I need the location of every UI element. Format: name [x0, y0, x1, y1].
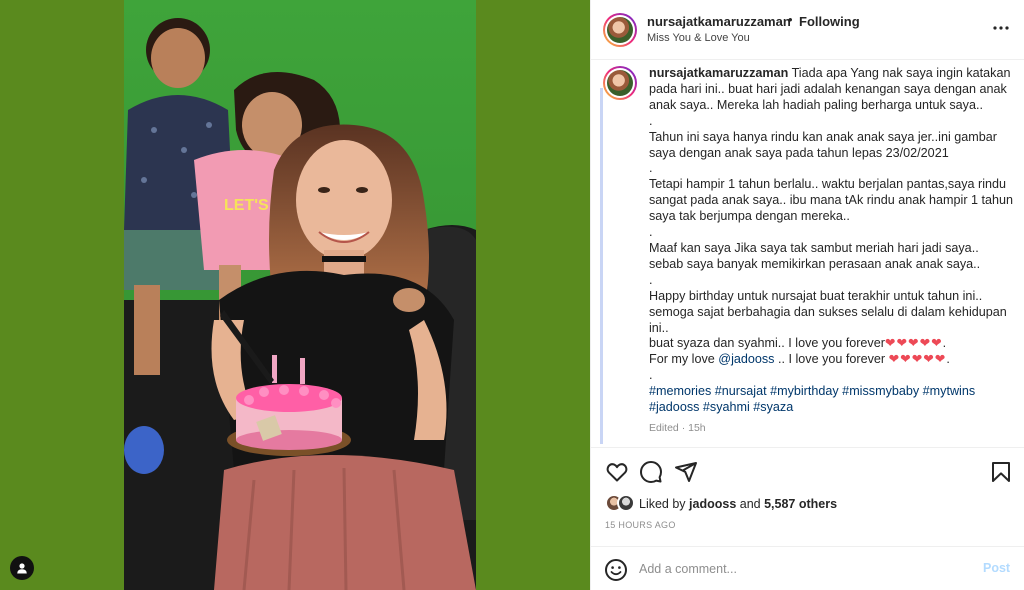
share-icon — [675, 462, 697, 482]
comment-button[interactable] — [639, 460, 663, 484]
add-comment-bar: Post — [591, 546, 1024, 590]
hashtags-line[interactable]: #memories #nursajat #mybirthday #missmyb… — [649, 384, 1015, 400]
post-header: nursajatkamaruzzaman • Following Miss Yo… — [591, 0, 1024, 60]
action-bar — [591, 448, 1024, 494]
likes-prefix: Liked by — [639, 497, 690, 511]
post-side-panel: nursajatkamaruzzaman • Following Miss Yo… — [590, 0, 1024, 590]
caption-dot: . — [649, 225, 653, 240]
post-timestamp[interactable]: 15 HOURS AGO — [605, 520, 676, 530]
user-tags-button[interactable] — [10, 556, 34, 580]
user-icon — [17, 563, 27, 574]
avatar[interactable] — [603, 13, 637, 47]
caption-text-4: Maaf kan saya Jika saya tak sambut meria… — [649, 240, 983, 271]
caption-love-line: buat syaza dan syahmi.. I love you forev… — [649, 336, 885, 351]
caption-punct: . — [942, 336, 947, 351]
caption-meta: Edited · 15h — [649, 422, 706, 434]
caption-dot: . — [649, 368, 653, 383]
header-separator: • — [788, 12, 793, 27]
emoji-icon — [605, 559, 627, 581]
header-username[interactable]: nursajatkamaruzzaman — [647, 14, 791, 29]
caption-dot: . — [649, 113, 653, 128]
like-button[interactable] — [605, 460, 629, 484]
comments-section[interactable]: nursajatkamaruzzaman Tiada apa Yang nak … — [591, 60, 1024, 448]
bookmark-icon — [992, 462, 1010, 482]
avatar — [617, 494, 635, 512]
hearts-emoji: ❤❤❤❤❤ — [884, 336, 943, 351]
likes-text: Liked by jadooss and 5,587 others — [639, 497, 837, 511]
caption-for-line: For my love — [649, 352, 719, 367]
more-options-icon — [993, 26, 1009, 30]
caption-punct: . — [946, 352, 950, 367]
hearts-emoji: ❤❤❤❤❤ — [888, 352, 947, 367]
likes-user-link[interactable]: jadooss — [689, 497, 736, 511]
scroll-indicator — [600, 88, 603, 444]
comment-icon — [640, 461, 662, 483]
post-photo: LET'S — [124, 0, 476, 590]
hashtags-line[interactable]: #jadooss #syahmi #syaza — [649, 400, 1015, 416]
likes-summary[interactable]: Liked by jadooss and 5,587 others — [605, 494, 1015, 516]
caption-text-3: Tetapi hampir 1 tahun berlalu.. waktu be… — [649, 177, 1017, 224]
share-button[interactable] — [674, 460, 698, 484]
save-button[interactable] — [989, 460, 1013, 484]
post-caption: nursajatkamaruzzaman Tiada apa Yang nak … — [649, 66, 1015, 416]
post-media: LET'S — [0, 0, 590, 590]
heart-icon — [606, 463, 628, 482]
likes-and: and — [736, 497, 765, 511]
comment-input[interactable] — [639, 560, 959, 578]
caption-text-5: Happy birthday untuk nursajat buat terak… — [649, 288, 1011, 335]
caption-text-2: Tahun ini saya hanya rindu kan anak anak… — [649, 129, 1001, 160]
caption-dot: . — [649, 272, 653, 287]
caption-username[interactable]: nursajatkamaruzzaman — [649, 66, 788, 80]
mention-link[interactable]: @jadooss — [718, 352, 774, 366]
svg-text:LET'S: LET'S — [224, 197, 269, 214]
caption-for-mid: .. I love you forever — [774, 352, 889, 367]
caption-dot: . — [649, 161, 653, 176]
emoji-button[interactable] — [604, 558, 628, 582]
caption-avatar[interactable] — [603, 66, 637, 100]
following-button[interactable]: Following — [799, 14, 860, 29]
post-comment-button[interactable]: Post — [983, 561, 1010, 575]
likes-count-link[interactable]: 5,587 others — [764, 497, 837, 511]
header-subtitle[interactable]: Miss You & Love You — [647, 32, 750, 44]
more-options-button[interactable] — [989, 16, 1013, 40]
